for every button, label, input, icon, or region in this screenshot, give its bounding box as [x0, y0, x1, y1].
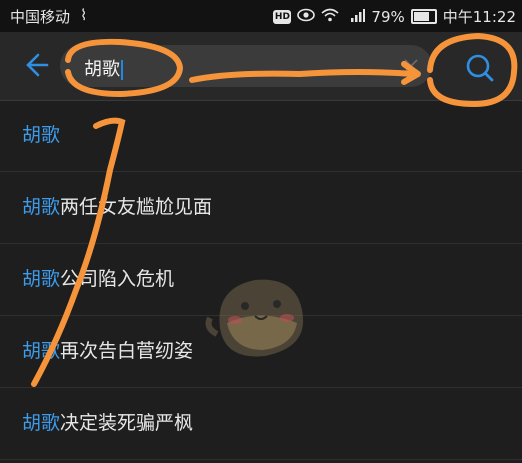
battery-percent: 79%: [371, 7, 405, 26]
cell-signal-icon: [345, 8, 366, 26]
clock: 中午11:22: [442, 8, 516, 26]
search-input[interactable]: 胡歌: [60, 45, 432, 87]
search-bar: 胡歌: [0, 32, 522, 101]
status-icons: HD 79% 中午11:22: [273, 6, 516, 27]
back-arrow-icon: [26, 53, 49, 77]
bird-mascot-watermark: [205, 279, 304, 357]
status-bar: 中国移动 ⌇ HD 79% 中午11:22: [0, 0, 522, 32]
carrier-name: 中国移动: [10, 8, 71, 26]
back-button[interactable]: [20, 50, 50, 80]
suggestion-text: 再次告白菅纫姿: [60, 340, 194, 362]
suggestion-keyword: 胡歌: [22, 340, 61, 362]
hd-badge: HD: [273, 9, 292, 24]
search-button[interactable]: [460, 48, 500, 88]
eye-icon: [297, 8, 316, 26]
suggestion-item[interactable]: 胡歌决定装死骗严枫: [0, 388, 522, 460]
suggestion-text: 两任女友尴尬见面: [60, 196, 213, 218]
clear-icon[interactable]: [402, 57, 420, 75]
search-icon: [466, 54, 494, 82]
suggestion-keyword: 胡歌: [22, 196, 61, 218]
suggestion-text: 决定装死骗严枫: [60, 412, 194, 434]
search-query-text: 胡歌: [84, 55, 123, 81]
wifi-icon: [321, 8, 339, 26]
notification-icon: ⌇: [80, 6, 88, 24]
suggestion-item[interactable]: 胡歌两任女友尴尬见面: [0, 172, 522, 244]
suggestion-keyword: 胡歌: [22, 268, 61, 290]
suggestion-text: 公司陷入危机: [60, 268, 175, 290]
suggestion-keyword: 胡歌: [22, 412, 61, 434]
text-cursor: [121, 60, 123, 80]
suggestion-keyword: 胡歌: [22, 124, 61, 146]
battery-icon: [410, 9, 437, 24]
suggestion-item[interactable]: 胡歌: [0, 100, 522, 172]
